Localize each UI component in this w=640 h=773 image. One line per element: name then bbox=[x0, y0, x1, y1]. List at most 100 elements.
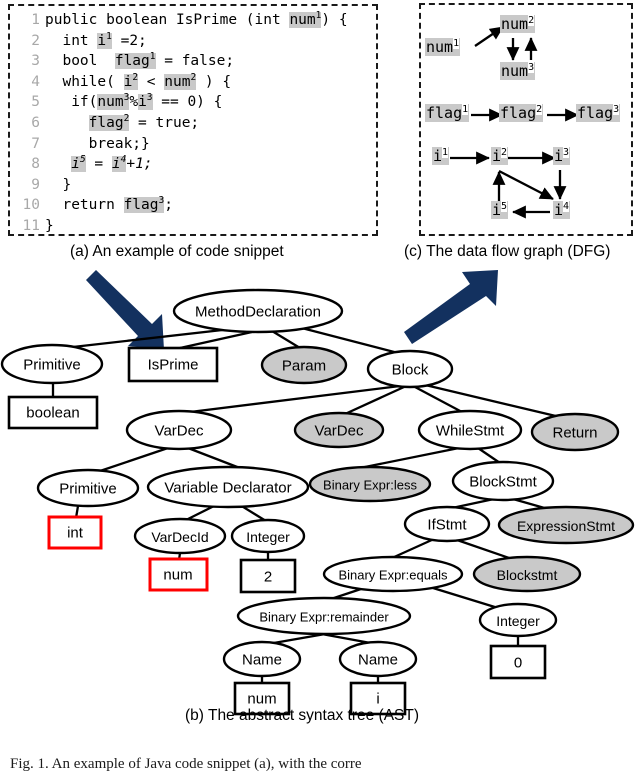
ast-node-whilestmt: WhileStmt bbox=[417, 409, 523, 451]
code-line: 2 int i1 =2; bbox=[14, 31, 348, 52]
code-snippet-panel: 1 public boolean IsPrime (int num1) { 2 in… bbox=[8, 4, 378, 236]
code-variable-token: num3 bbox=[97, 92, 130, 111]
data-flow-graph-panel: num1 num2 num3 flag1 flag2 flag3 i1 i2 i… bbox=[419, 3, 633, 236]
ast-node-literal-0: 0 bbox=[489, 644, 547, 680]
ast-node-label: Blockstmt bbox=[497, 567, 558, 583]
code-variable-token: i2 bbox=[123, 71, 139, 90]
code-line-number: 9 bbox=[31, 176, 40, 193]
ast-node-blockstmt: BlockStmt bbox=[451, 460, 555, 502]
code-variable-token: flag1 bbox=[114, 51, 156, 70]
code-line: 8 i5 = i4+1; bbox=[14, 154, 348, 175]
code-line-text: bool flag1 = false; bbox=[45, 51, 235, 70]
ast-node-primitive-2: Primitive bbox=[36, 468, 140, 508]
ast-node-primitive-1: Primitive bbox=[0, 343, 104, 385]
ast-node-label: ExpressionStmt bbox=[517, 518, 615, 534]
dfg-node-flag3: flag3 bbox=[576, 104, 621, 122]
ast-node-binary-expr-equals: Binary Expr:equals bbox=[322, 555, 464, 593]
code-variable-token: num1 bbox=[289, 10, 322, 28]
ast-node-label: IfStmt bbox=[427, 517, 467, 534]
ast-node-binary-expr-remainder: Binary Expr:remainder bbox=[236, 596, 412, 636]
code-line-text: while( i2 < num2 ) { bbox=[45, 71, 232, 90]
code-variable-token: flag3 bbox=[123, 195, 165, 214]
caption-a: (a) An example of code snippet bbox=[70, 243, 284, 260]
ast-node-label: VarDec bbox=[315, 423, 364, 440]
code-line-number: 10 bbox=[22, 197, 40, 214]
ast-node-label: Primitive bbox=[23, 357, 81, 374]
ast-node-integer-1: Integer bbox=[230, 518, 306, 554]
ast-node-name-2: Name bbox=[338, 640, 418, 678]
code-line-text: if(num3%i3 == 0) { bbox=[45, 92, 223, 111]
ast-node-blockstmt-shaded: Blockstmt bbox=[472, 555, 582, 593]
ast-node-binary-expr-less: Binary Expr:less bbox=[308, 465, 432, 503]
ast-node-literal-2: 2 bbox=[239, 558, 297, 594]
ast-node-label: i bbox=[376, 691, 379, 708]
code-line: 5 if(num3%i3 == 0) { bbox=[14, 92, 348, 113]
dfg-node-i4: i4 bbox=[553, 201, 571, 219]
code-line: 3 bool flag1 = false; bbox=[14, 51, 348, 72]
code-line-number: 2 bbox=[31, 32, 40, 49]
ast-node-num-highlighted: num bbox=[148, 557, 209, 592]
ast-node-variable-declarator: Variable Declarator bbox=[146, 465, 310, 509]
dfg-node-num1: num1 bbox=[425, 38, 461, 56]
ast-node-label: boolean bbox=[26, 405, 79, 422]
caption-c: (c) The data flow graph (DFG) bbox=[404, 243, 611, 260]
code-line: 9 } bbox=[14, 175, 348, 196]
ast-node-label: Primitive bbox=[59, 481, 117, 498]
ast-node-label: Return bbox=[552, 425, 597, 442]
dfg-node-i1: i1 bbox=[432, 147, 450, 165]
ast-node-label: Name bbox=[358, 652, 398, 669]
code-line-text: flag2 = true; bbox=[88, 113, 200, 131]
code-line-text: } bbox=[45, 217, 54, 234]
ast-node-vardec-open: VarDec bbox=[125, 409, 233, 451]
caption-b: (b) The abstract syntax tree (AST) bbox=[185, 707, 420, 724]
code-variable-token: i3 bbox=[138, 92, 153, 111]
ast-node-boolean: boolean bbox=[7, 395, 99, 430]
dfg-node-i2: i2 bbox=[491, 147, 509, 165]
ast-node-vardecid: VarDecId bbox=[133, 517, 227, 555]
ast-node-label: VarDecId bbox=[151, 529, 208, 545]
code-variable-token: i1 bbox=[97, 30, 112, 49]
ast-node-label: Block bbox=[392, 362, 429, 379]
code-line-number: 11 bbox=[22, 217, 40, 234]
ast-node-label: 0 bbox=[514, 655, 522, 672]
code-variable-token: flag2 bbox=[88, 113, 130, 131]
ast-node-label: MethodDeclaration bbox=[195, 304, 321, 321]
dfg-node-flag2: flag2 bbox=[499, 104, 544, 122]
code-line-text: public boolean IsPrime (int num1) { bbox=[45, 10, 348, 28]
ast-node-label: WhileStmt bbox=[436, 423, 505, 440]
ast-node-ifstmt: IfStmt bbox=[403, 505, 491, 543]
code-line-text: break;} bbox=[45, 135, 150, 152]
code-line-number: 6 bbox=[31, 114, 40, 131]
ast-node-int-highlighted: int bbox=[47, 515, 103, 550]
ast-node-label: Binary Expr:remainder bbox=[259, 610, 389, 625]
ast-node-param: Param bbox=[260, 345, 348, 385]
ast-node-label: int bbox=[67, 525, 84, 542]
code-line: 6 flag2 = true; bbox=[14, 113, 348, 134]
ast-node-integer-2: Integer bbox=[478, 602, 558, 638]
ast-node-label: BlockStmt bbox=[469, 474, 537, 491]
dfg-node-i5: i5 bbox=[491, 201, 509, 219]
code-line: 1 public boolean IsPrime (int num1) { bbox=[14, 10, 348, 31]
ast-diagram: MethodDeclaration Primitive IsPrime Para… bbox=[0, 270, 635, 716]
dfg-node-i3: i3 bbox=[553, 147, 571, 165]
dfg-node-num2: num2 bbox=[500, 15, 536, 33]
ast-node-vardec-shaded: VarDec bbox=[293, 411, 385, 449]
ast-to-dfg-arrow bbox=[404, 270, 498, 344]
code-line-number: 8 bbox=[31, 156, 40, 173]
code-line: 4 while( i2 < num2 ) { bbox=[14, 72, 348, 93]
code-listing: 1 public boolean IsPrime (int num1) { 2 in… bbox=[14, 10, 348, 237]
ast-node-return: Return bbox=[530, 412, 620, 452]
ast-node-label: Integer bbox=[246, 529, 290, 545]
code-line-number: 1 bbox=[31, 12, 40, 28]
code-variable-token: i4 bbox=[111, 154, 127, 173]
ast-node-isprime: IsPrime bbox=[127, 346, 219, 383]
ast-node-label: Binary Expr:less bbox=[323, 478, 417, 493]
code-line: 7 break;} bbox=[14, 134, 348, 155]
code-line: 11} bbox=[14, 216, 348, 237]
code-line-number: 3 bbox=[31, 53, 40, 70]
code-line-text: } bbox=[45, 176, 72, 193]
code-line-number: 4 bbox=[31, 73, 40, 90]
ast-node-block: Block bbox=[366, 349, 454, 389]
ast-node-label: Binary Expr:equals bbox=[338, 568, 448, 583]
ast-node-label: IsPrime bbox=[148, 357, 199, 374]
